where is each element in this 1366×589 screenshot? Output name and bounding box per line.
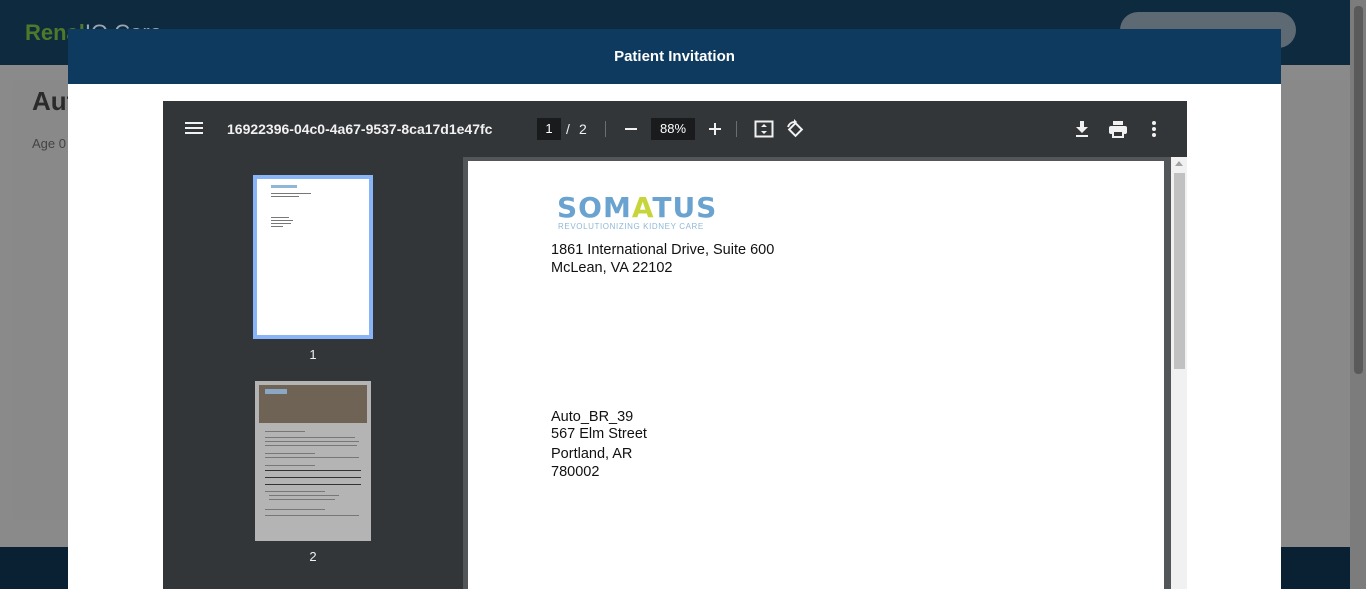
thumbnail-page-1[interactable]: 1: [253, 175, 373, 362]
thumbnail-page-2[interactable]: 2: [253, 381, 373, 564]
document-scrollbar[interactable]: [1171, 157, 1187, 589]
download-icon: [1076, 121, 1088, 137]
modal-title: Patient Invitation: [614, 48, 735, 65]
recipient-street: 567 Elm Street: [551, 426, 647, 442]
menu-icon[interactable]: [185, 120, 203, 138]
page-number-input[interactable]: 1: [537, 118, 561, 140]
minus-icon: [625, 128, 637, 130]
thumbnail-label: 2: [309, 549, 317, 564]
pdf-page: SOMATUS REVOLUTIONIZING KIDNEY CARE 1861…: [468, 161, 1164, 589]
scroll-up-icon[interactable]: [1175, 161, 1183, 166]
zoom-input[interactable]: 88%: [651, 118, 695, 140]
more-vertical-icon: [1152, 121, 1156, 137]
thumbnail-label: 1: [309, 347, 317, 362]
zoom-out-button[interactable]: [619, 117, 643, 141]
page-total: 2: [579, 121, 587, 137]
document-scrollbar-thumb[interactable]: [1174, 173, 1185, 369]
sender-address-line-1: 1861 International Drive, Suite 600: [551, 242, 775, 258]
download-button[interactable]: [1070, 117, 1094, 141]
recipient-zip: 780002: [551, 464, 600, 480]
page-separator: /: [566, 121, 570, 137]
window-scrollbar[interactable]: [1350, 0, 1366, 589]
print-button[interactable]: [1106, 117, 1130, 141]
pdf-filename: 16922396-04c0-4a67-9537-8ca17d1e47fc: [227, 121, 493, 137]
toolbar-divider: [736, 121, 737, 137]
recipient-city: Portland, AR: [551, 446, 633, 462]
window-scrollbar-thumb[interactable]: [1354, 6, 1363, 374]
zoom-in-button[interactable]: [703, 117, 727, 141]
document-area: SOMATUS REVOLUTIONIZING KIDNEY CARE 1861…: [467, 157, 1187, 589]
patient-invitation-modal: Patient Invitation 16922396-04c0-4a67-95…: [68, 29, 1281, 589]
more-options-button[interactable]: [1142, 117, 1166, 141]
rotate-button[interactable]: [783, 117, 807, 141]
thumbnail-sidebar: 1 2: [163, 157, 463, 589]
rotate-icon: [787, 119, 804, 138]
pdf-toolbar: 16922396-04c0-4a67-9537-8ca17d1e47fc 1 /…: [163, 101, 1187, 157]
thumbnail-image: [253, 175, 373, 339]
print-icon: [1109, 121, 1127, 138]
pdf-viewer: 16922396-04c0-4a67-9537-8ca17d1e47fc 1 /…: [163, 101, 1187, 589]
somatus-logo: SOMATUS REVOLUTIONIZING KIDNEY CARE: [557, 191, 718, 231]
thumbnail-image: [255, 381, 371, 541]
toolbar-divider: [605, 121, 606, 137]
sender-address-line-2: McLean, VA 22102: [551, 260, 673, 276]
recipient-name: Auto_BR_39: [551, 409, 634, 425]
plus-icon: [709, 123, 721, 135]
page-subtitle: Age 0: [32, 136, 66, 151]
fit-page-button[interactable]: [752, 117, 776, 141]
modal-header: Patient Invitation: [68, 29, 1281, 84]
fit-page-icon: [754, 120, 774, 138]
